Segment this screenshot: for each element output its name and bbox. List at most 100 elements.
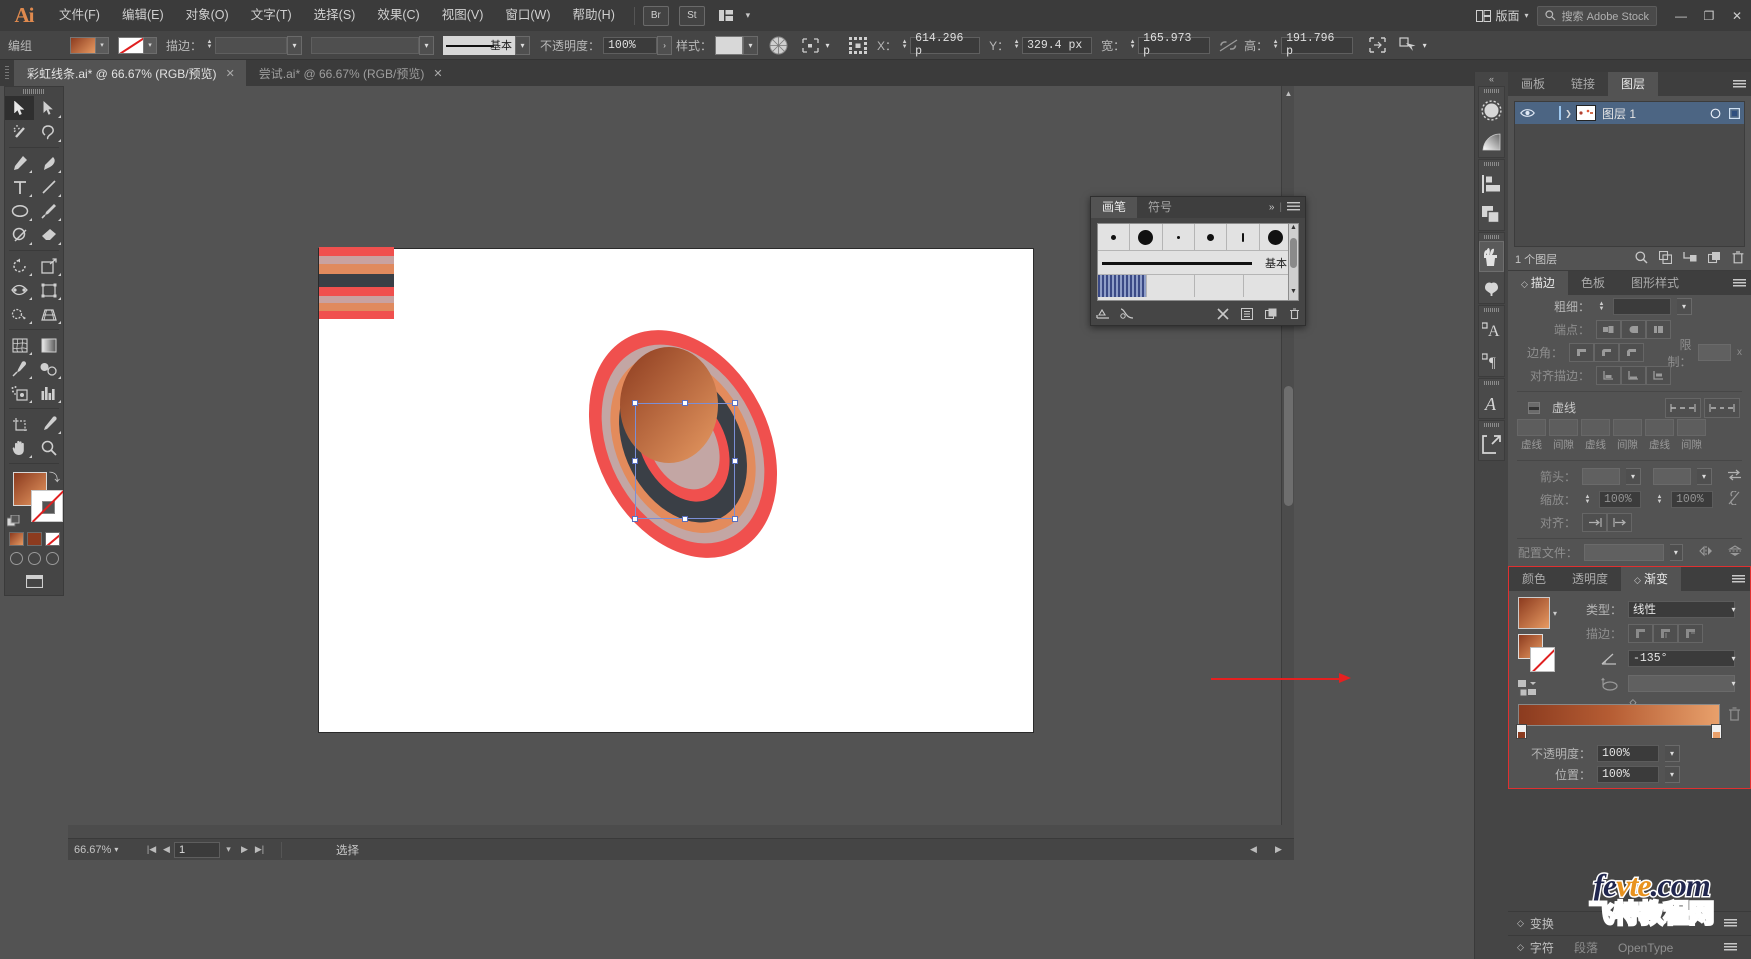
target-indicator-icon[interactable] xyxy=(1707,108,1724,119)
layers-list[interactable]: ❯ 图层 1 xyxy=(1514,101,1745,247)
brush-item[interactable] xyxy=(1147,275,1196,297)
next-page-button[interactable]: ▶ xyxy=(237,839,252,861)
gradient-stop-end[interactable] xyxy=(1711,724,1722,739)
symbols-panel-icon[interactable] xyxy=(1479,272,1504,303)
height-stepper[interactable]: ▲▼ xyxy=(1270,37,1281,54)
menu-view[interactable]: 视图(V) xyxy=(431,0,495,31)
y-stepper[interactable]: ▲▼ xyxy=(1011,37,1022,54)
miter-limit-input[interactable] xyxy=(1698,344,1731,361)
tabbar-grip[interactable] xyxy=(0,60,14,86)
selection-handle[interactable] xyxy=(682,400,688,406)
brush-item[interactable] xyxy=(1195,275,1244,297)
shape-edit-icon[interactable] xyxy=(1397,36,1417,55)
rotate-tool[interactable] xyxy=(5,254,34,278)
draw-inside-mode-button[interactable] xyxy=(46,552,59,565)
brush-libraries-icon[interactable] xyxy=(1096,308,1110,323)
last-page-button[interactable]: ▶| xyxy=(252,839,267,861)
selection-handle[interactable] xyxy=(732,516,738,522)
dock-grip[interactable] xyxy=(1479,233,1504,241)
scroll-down-icon[interactable]: ▼ xyxy=(1289,288,1298,300)
collapse-panels-icon[interactable]: « xyxy=(1475,72,1508,85)
character-panel-menu-icon[interactable] xyxy=(1718,936,1742,959)
brushes-list-scrollbar[interactable]: ▲ ▼ xyxy=(1288,223,1299,301)
arrow-place-within-button[interactable] xyxy=(1607,513,1632,532)
column-graph-tool[interactable] xyxy=(34,381,63,405)
gradient-location-chevron-icon[interactable]: ▾ xyxy=(1665,766,1680,783)
window-close-button[interactable]: ✕ xyxy=(1723,0,1751,31)
stroke-swatch[interactable] xyxy=(118,37,144,54)
paragraph-accordion-label[interactable]: 段落 xyxy=(1574,939,1598,956)
draw-behind-mode-button[interactable] xyxy=(28,552,41,565)
status-next-icon[interactable]: ▶ xyxy=(1271,839,1286,861)
document-tab-active[interactable]: 彩虹线条.ai* @ 66.67% (RGB/预览) ✕ xyxy=(14,60,246,86)
stroke-weight-chevron-icon[interactable]: ▾ xyxy=(287,36,302,55)
curvature-tool[interactable] xyxy=(34,151,63,175)
lasso-tool[interactable] xyxy=(34,120,63,144)
tab-swatches[interactable]: 色板 xyxy=(1568,271,1618,295)
zoom-level-control[interactable]: 66.67% ▾ xyxy=(68,844,144,856)
remove-brush-stroke-icon[interactable] xyxy=(1120,308,1134,323)
constrain-proportions-icon[interactable] xyxy=(1218,36,1238,55)
stroke-weight-stepper[interactable]: ▲▼ xyxy=(204,37,215,54)
align-stroke-outside-button[interactable] xyxy=(1646,366,1671,385)
window-minimize-button[interactable]: — xyxy=(1667,0,1695,31)
menu-object[interactable]: 对象(O) xyxy=(175,0,240,31)
brush-definition-chevron-icon[interactable]: ▾ xyxy=(515,36,530,55)
tab-brushes[interactable]: 画笔 xyxy=(1091,197,1137,218)
scroll-up-icon[interactable]: ▲ xyxy=(1282,86,1294,100)
gradient-type-select[interactable]: 线性 xyxy=(1628,601,1735,618)
menu-select[interactable]: 选择(S) xyxy=(303,0,367,31)
height-input[interactable]: 191.796 p xyxy=(1281,37,1353,54)
page-chevron-icon[interactable]: ▾ xyxy=(220,839,237,861)
eraser-tool[interactable] xyxy=(34,223,63,247)
select-similar-chevron-icon[interactable]: ▾ xyxy=(820,36,835,55)
stroke-weight-chevron-icon[interactable]: ▾ xyxy=(1677,298,1692,315)
gradient-stroke-box[interactable] xyxy=(1530,647,1555,672)
layers-panel-menu-icon[interactable] xyxy=(1727,72,1751,96)
arrow-scale-end-stepper[interactable]: ▲▼ xyxy=(1654,495,1665,505)
first-page-button[interactable]: |◀ xyxy=(144,839,159,861)
delete-brush-icon[interactable] xyxy=(1289,308,1300,323)
status-tool-label[interactable]: 选择 xyxy=(336,842,359,858)
fill-color-control[interactable]: ▾ xyxy=(70,37,109,54)
arrow-extend-beyond-button[interactable] xyxy=(1582,513,1607,532)
symbol-sprayer-tool[interactable] xyxy=(5,381,34,405)
transform-panel-icon[interactable] xyxy=(1367,36,1387,55)
stock-button[interactable]: St xyxy=(679,6,705,26)
arrowhead-end-chevron-icon[interactable]: ▾ xyxy=(1697,468,1712,485)
width-profile-chevron-icon[interactable]: ▾ xyxy=(1670,544,1683,561)
scroll-up-icon[interactable]: ▲ xyxy=(1289,224,1298,236)
character-accordion[interactable]: ◇ 字符 段落 OpenType xyxy=(1508,935,1751,959)
selection-handle[interactable] xyxy=(732,400,738,406)
tab-symbols[interactable]: 符号 xyxy=(1137,197,1183,218)
gradient-slider-area[interactable]: ◇ xyxy=(1509,700,1750,726)
create-layer-icon[interactable] xyxy=(1708,251,1721,267)
type-tool[interactable] xyxy=(5,175,34,199)
document-tab-inactive[interactable]: 尝试.ai* @ 66.67% (RGB/预览) ✕ xyxy=(246,60,454,86)
zoom-chevron-icon[interactable]: ▾ xyxy=(114,845,118,854)
gradient-angle-input[interactable]: -135° xyxy=(1628,650,1735,667)
tab-links[interactable]: 链接 xyxy=(1558,72,1608,96)
color-mode-solid-button[interactable] xyxy=(27,532,42,546)
toolbox-grip[interactable] xyxy=(5,87,63,96)
locate-object-icon[interactable] xyxy=(1635,251,1648,267)
shape-edit-chevron-icon[interactable]: ▾ xyxy=(1417,36,1432,55)
selection-indicator-icon[interactable] xyxy=(1724,108,1744,119)
align-stroke-inside-button[interactable] xyxy=(1621,366,1646,385)
menu-effect[interactable]: 效果(C) xyxy=(366,0,430,31)
link-arrow-scales-icon[interactable] xyxy=(1728,491,1741,508)
gradient-panel-menu-icon[interactable] xyxy=(1726,567,1750,591)
mesh-tool[interactable] xyxy=(5,333,34,357)
character-panel-icon[interactable]: A xyxy=(1479,314,1504,345)
glyphs-panel-icon[interactable]: A xyxy=(1479,387,1504,418)
slice-tool[interactable] xyxy=(34,412,63,436)
miter-join-button[interactable] xyxy=(1569,343,1594,362)
brushes-panel-menu-icon[interactable] xyxy=(1287,202,1300,214)
pen-tool[interactable] xyxy=(5,151,34,175)
dock-grip[interactable] xyxy=(1479,160,1504,168)
flip-profile-horizontal-icon[interactable] xyxy=(1699,545,1713,560)
remove-brush-icon[interactable] xyxy=(1217,308,1229,323)
menu-edit[interactable]: 编辑(E) xyxy=(111,0,175,31)
opacity-chevron-icon[interactable]: › xyxy=(657,36,672,55)
gradient-panel-icon[interactable] xyxy=(1479,126,1504,157)
